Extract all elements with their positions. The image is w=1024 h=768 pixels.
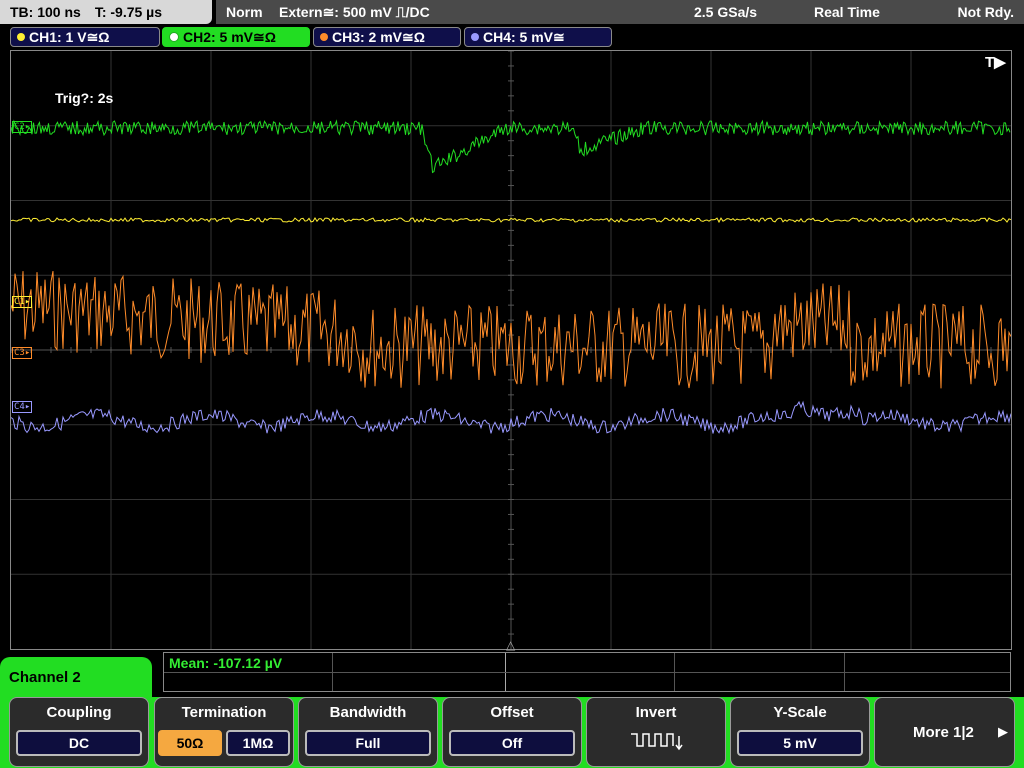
status-bar: Norm Extern≅: 500 mV ⎍/DC 2.5 GSa/s Real… <box>216 0 1024 24</box>
termination-1mohm-option[interactable]: 1MΩ <box>226 730 290 756</box>
more-arrow-icon: ▶ <box>998 724 1008 739</box>
ch2-label: CH2: 5 mV≅Ω <box>183 29 276 45</box>
trigger-info: Trig?: 2s <box>55 90 114 106</box>
coupling-label: Coupling <box>46 704 112 721</box>
trigger-mode[interactable]: Norm <box>226 0 263 24</box>
tab-ch4[interactable]: CH4: 5 mV≅ <box>464 27 612 47</box>
tab-ch2[interactable]: CH2: 5 mV≅Ω <box>162 27 310 47</box>
termination-softkey[interactable]: Termination 50Ω 1MΩ <box>154 697 294 767</box>
waveform-display[interactable] <box>10 50 1012 650</box>
termination-50ohm-option[interactable]: 50Ω <box>158 730 222 756</box>
offset-value[interactable]: Off <box>449 730 575 756</box>
ch1-color-dot <box>17 33 25 42</box>
measurement-bar[interactable] <box>163 652 1011 692</box>
bandwidth-softkey[interactable]: Bandwidth Full <box>298 697 438 767</box>
offset-softkey[interactable]: Offset Off <box>442 697 582 767</box>
ch3-label: CH3: 2 mV≅Ω <box>332 29 425 45</box>
ch3-color-dot <box>320 33 328 42</box>
acquisition-mode: Real Time <box>814 4 880 20</box>
mean-measurement: Mean: -107.12 µV <box>169 655 283 671</box>
more-label: More 1|2 <box>913 724 974 741</box>
ch4-offset-marker[interactable]: C4▸ <box>12 401 33 413</box>
acquisition-status: Not Rdy. <box>957 4 1014 20</box>
tab-ch1[interactable]: CH1: 1 V≅Ω <box>10 27 160 47</box>
ch2-offset-marker[interactable]: C2▸ <box>12 121 33 133</box>
ch3-offset-marker[interactable]: C3▸ <box>12 347 33 359</box>
offset-label: Offset <box>490 704 534 721</box>
yscale-label: Y-Scale <box>773 704 827 721</box>
trigger-source[interactable]: Extern≅: 500 mV ⎍/DC <box>279 0 430 24</box>
timebase-box[interactable]: TB: 100 ns T: -9.75 µs <box>0 0 212 24</box>
sample-rate: 2.5 GSa/s <box>694 4 758 20</box>
yscale-softkey[interactable]: Y-Scale 5 mV <box>730 697 870 767</box>
timebase-readout: TB: 100 ns <box>10 4 81 20</box>
ch4-color-dot <box>471 33 479 42</box>
coupling-value[interactable]: DC <box>16 730 142 756</box>
more-softkey[interactable]: More 1|2 ▶ <box>874 697 1015 767</box>
waveform-canvas <box>11 51 1011 649</box>
coupling-softkey[interactable]: Coupling DC <box>9 697 149 767</box>
ch1-label: CH1: 1 V≅Ω <box>29 29 110 45</box>
invert-softkey[interactable]: Invert <box>586 697 726 767</box>
trigger-point-triangle: △ <box>506 638 516 652</box>
tab-ch3[interactable]: CH3: 2 mV≅Ω <box>313 27 461 47</box>
termination-label: Termination <box>181 704 267 721</box>
trigger-position-marker[interactable]: T▶ <box>985 53 1006 71</box>
ch1-offset-marker[interactable]: C1▸ <box>12 296 33 308</box>
yscale-value[interactable]: 5 mV <box>737 730 863 756</box>
bandwidth-label: Bandwidth <box>329 704 407 721</box>
invert-label: Invert <box>635 704 677 721</box>
ch2-color-dot <box>169 32 179 43</box>
bandwidth-value[interactable]: Full <box>305 730 431 756</box>
trigger-time-readout: T: -9.75 µs <box>94 4 163 20</box>
invert-waveform-icon <box>631 733 683 751</box>
ch4-label: CH4: 5 mV≅ <box>483 29 565 45</box>
